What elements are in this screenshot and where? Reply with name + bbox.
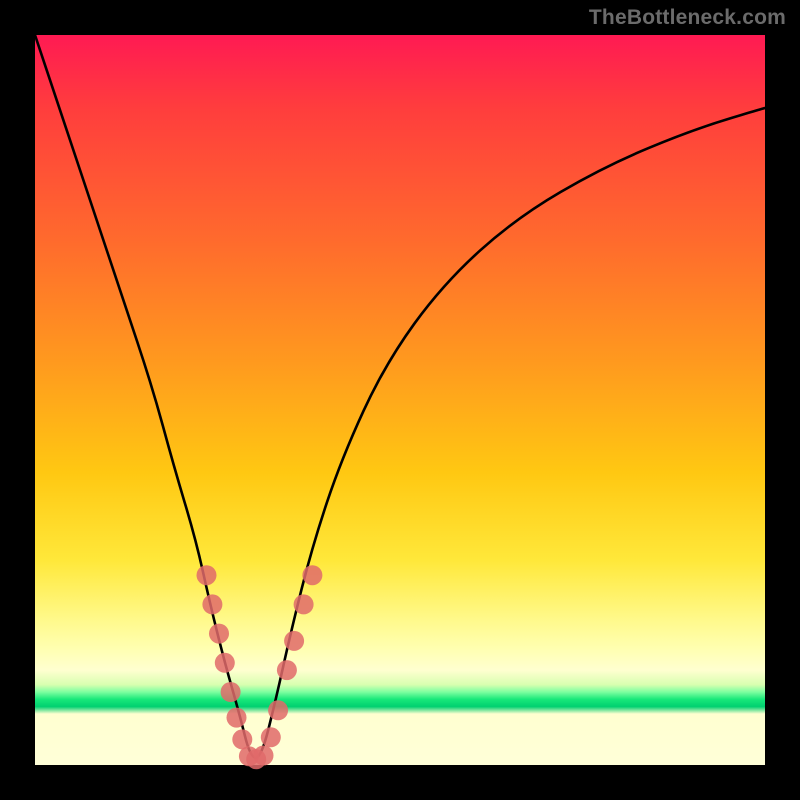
marker-dot <box>197 565 217 585</box>
marker-dot <box>221 682 241 702</box>
main-curve <box>35 35 765 758</box>
marker-dots <box>197 565 323 769</box>
chart-frame: TheBottleneck.com <box>0 0 800 800</box>
chart-svg-layer <box>0 0 800 800</box>
watermark-text: TheBottleneck.com <box>589 6 786 30</box>
marker-dot <box>284 631 304 651</box>
marker-dot <box>215 653 235 673</box>
marker-dot <box>268 700 288 720</box>
marker-dot <box>209 624 229 644</box>
marker-dot <box>261 727 281 747</box>
marker-dot <box>254 746 274 766</box>
marker-dot <box>227 708 247 728</box>
marker-dot <box>202 594 222 614</box>
marker-dot <box>294 594 314 614</box>
marker-dot <box>302 565 322 585</box>
marker-dot <box>277 660 297 680</box>
